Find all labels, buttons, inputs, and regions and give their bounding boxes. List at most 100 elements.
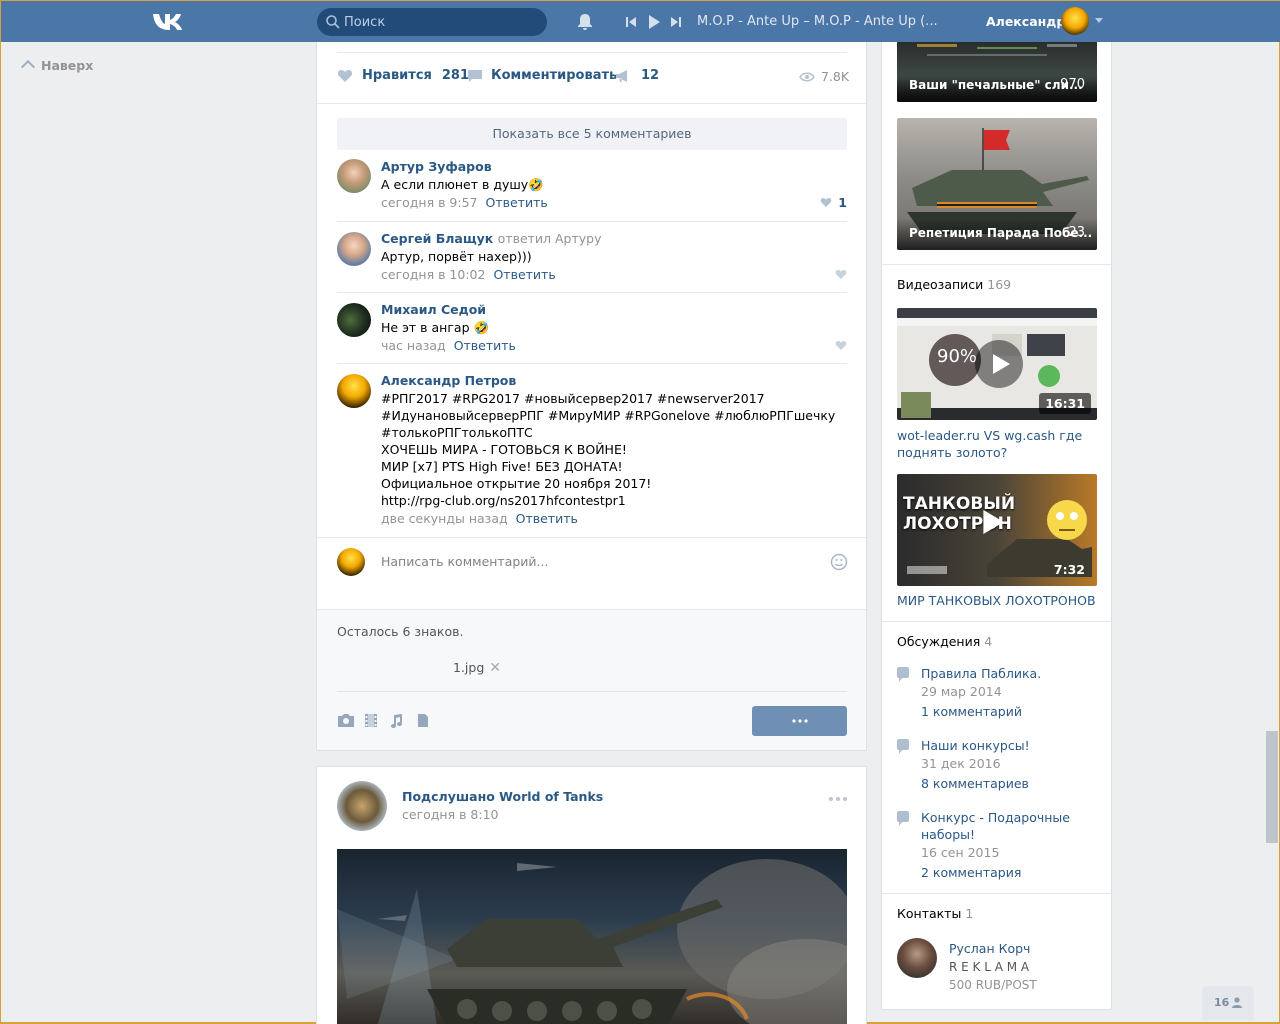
divider — [882, 264, 1111, 265]
video-title[interactable]: МИР ТАНКОВЫХ ЛОХОТРОНОВ — [897, 592, 1097, 609]
video-thumbnail[interactable]: ТАНКОВЫЙ ЛОХОТРОН 7:32 — [897, 474, 1097, 586]
avatar[interactable] — [337, 303, 371, 337]
search-input[interactable] — [344, 8, 539, 36]
post-image[interactable] — [337, 849, 847, 1024]
play-icon[interactable] — [647, 14, 661, 30]
discussion-title[interactable]: Конкурс - Подарочные наборы! — [921, 809, 1071, 843]
comment-item: Александр Петров #РПГ2017 #RPG2017 #новы… — [337, 363, 847, 537]
comment-time[interactable]: две секунды назад — [381, 511, 508, 526]
heart-icon[interactable] — [835, 269, 847, 280]
loading-dots-icon — [792, 719, 808, 723]
discussion-date: 31 дек 2016 — [921, 756, 1001, 771]
more-options-icon[interactable] — [828, 796, 848, 802]
attachment-name: 1.jpg — [453, 660, 485, 675]
video-duration: 16:31 — [1039, 393, 1091, 414]
chevron-down-icon[interactable] — [1095, 18, 1103, 23]
wall-post: Нравится 281 Комментировать 12 7.8K Пока… — [316, 42, 867, 751]
contacts-header[interactable]: Контакты 1 — [897, 906, 973, 921]
current-user-avatar — [337, 548, 365, 576]
heart-icon[interactable] — [835, 340, 847, 351]
contact-avatar[interactable] — [897, 938, 937, 978]
comment-author-name[interactable]: Сергей Блащук — [381, 231, 493, 246]
videos-header[interactable]: Видеозаписи 169 — [897, 277, 1011, 292]
page-scrollbar[interactable] — [1266, 731, 1278, 843]
discussion-bubble-icon — [897, 667, 909, 682]
remove-attachment-icon[interactable]: ✕ — [489, 660, 501, 676]
comment-author-name[interactable]: Артур Зуфаров — [381, 159, 492, 174]
discussion-item[interactable]: Конкурс - Подарочные наборы! 16 сен 2015… — [897, 809, 1097, 885]
online-friends-button[interactable]: 16 — [1202, 986, 1254, 1020]
discussion-title[interactable]: Правила Паблика. — [921, 665, 1071, 682]
avatar[interactable] — [337, 374, 371, 408]
video-icon[interactable] — [364, 713, 378, 728]
discussions-header[interactable]: Обсуждения 4 — [897, 634, 992, 649]
search-box[interactable] — [317, 8, 547, 36]
like-button[interactable]: Нравится 281 — [337, 68, 469, 83]
contacts-count: 1 — [965, 906, 974, 921]
avatar[interactable] — [337, 232, 371, 266]
photo-album[interactable]: Репетиция Парада Побе... 23 — [897, 118, 1097, 250]
comment-like[interactable]: 1 — [820, 195, 847, 210]
document-icon[interactable] — [417, 713, 429, 728]
videos-label[interactable]: Видеозаписи — [897, 277, 983, 292]
comment-author-name[interactable]: Александр Петров — [381, 373, 516, 388]
comment-time[interactable]: час назад — [381, 338, 446, 353]
previous-track-icon[interactable] — [625, 14, 637, 30]
video-duration: 7:32 — [1053, 562, 1085, 577]
play-button[interactable] — [975, 340, 1023, 388]
user-avatar[interactable] — [1061, 7, 1089, 35]
discussion-title[interactable]: Наши конкурсы! — [921, 737, 1071, 754]
new-comment-box: Написать комментарий... — [317, 537, 866, 609]
comment-author[interactable]: Михаил Седой — [381, 302, 486, 317]
comment-author[interactable]: Сергей Блащук ответил Артуру — [381, 231, 602, 246]
contact-price: 500 RUB/POST — [949, 978, 1037, 992]
comment-author[interactable]: Александр Петров — [381, 373, 516, 388]
contacts-label[interactable]: Контакты — [897, 906, 961, 921]
video-thumbnail[interactable]: 90% 16:31 — [897, 308, 1097, 420]
discussions-label[interactable]: Обсуждения — [897, 634, 980, 649]
comment-text: А если плюнет в душу🤣 — [381, 177, 544, 192]
vk-logo[interactable] — [151, 11, 187, 33]
share-button[interactable]: 12 — [615, 68, 659, 83]
show-all-comments-button[interactable]: Показать все 5 комментариев — [337, 118, 847, 150]
discussion-item[interactable]: Наши конкурсы! 31 дек 2016 8 комментарие… — [897, 737, 1097, 797]
avatar[interactable] — [337, 159, 371, 193]
emoji-icon[interactable] — [830, 553, 848, 571]
comment-author-name[interactable]: Михаил Седой — [381, 302, 486, 317]
comment-author[interactable]: Артур Зуфаров — [381, 159, 492, 174]
comment-button[interactable]: Комментировать — [467, 68, 617, 83]
comment-time[interactable]: сегодня в 10:02 — [381, 267, 485, 282]
camera-icon[interactable] — [337, 713, 355, 728]
now-playing-track[interactable]: M.O.P - Ante Up – M.O.P - Ante Up (... — [697, 14, 938, 29]
community-avatar[interactable] — [337, 781, 387, 831]
like-label: Нравится — [362, 68, 432, 83]
discussion-comments[interactable]: 1 комментарий — [921, 704, 1022, 719]
video-title[interactable]: wot-leader.ru VS wg.cash где поднять зол… — [897, 427, 1097, 461]
discussion-comments[interactable]: 8 комментариев — [921, 776, 1029, 791]
share-count: 12 — [641, 68, 660, 83]
notifications-bell-icon[interactable] — [575, 12, 595, 32]
comment-input[interactable]: Написать комментарий... — [381, 554, 548, 569]
next-track-icon[interactable] — [670, 14, 682, 30]
user-name[interactable]: Александр — [986, 14, 1065, 29]
play-button[interactable] — [981, 508, 1017, 548]
reply-link[interactable]: Ответить — [516, 511, 578, 526]
reply-link[interactable]: Ответить — [493, 267, 555, 282]
comment-time[interactable]: сегодня в 9:57 — [381, 195, 478, 210]
music-icon[interactable] — [389, 713, 403, 728]
eye-icon — [799, 72, 815, 81]
discussion-item[interactable]: Правила Паблика. 29 мар 2014 1 комментар… — [897, 665, 1097, 725]
contact-name[interactable]: Руслан Корч — [949, 941, 1030, 956]
post-time[interactable]: сегодня в 8:10 — [402, 807, 499, 822]
discussions-count: 4 — [984, 634, 993, 649]
views-counter: 7.8K — [799, 69, 849, 84]
comment-meta: две секунды назад Ответить — [381, 511, 578, 526]
send-button[interactable] — [752, 706, 847, 736]
post-author[interactable]: Подслушано World of Tanks — [402, 789, 603, 804]
reply-link[interactable]: Ответить — [454, 338, 516, 353]
discussion-comments[interactable]: 2 комментария — [921, 865, 1021, 880]
scroll-to-top-link[interactable]: Наверх — [19, 58, 93, 75]
photo-album[interactable]: Ваши "печальные" сли... 970 — [897, 42, 1097, 102]
discussion-date: 29 мар 2014 — [921, 684, 1002, 699]
reply-link[interactable]: Ответить — [486, 195, 548, 210]
